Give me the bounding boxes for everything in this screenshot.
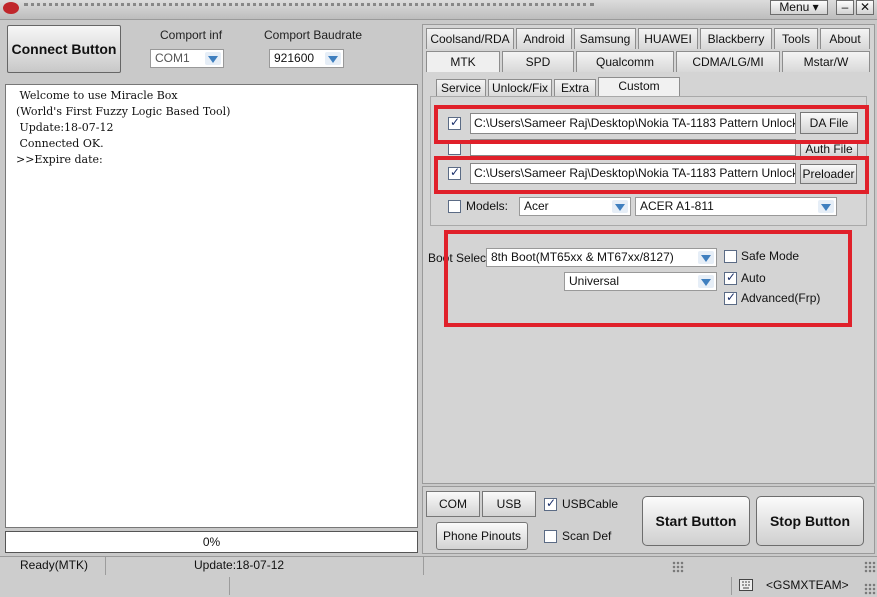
scan-def-checkbox[interactable]	[544, 530, 557, 543]
model-select[interactable]: ACER A1-811	[635, 197, 837, 216]
log-line: (World's First Fuzzy Logic Based Tool)	[16, 105, 231, 118]
tab-mtk[interactable]: MTK	[426, 51, 500, 72]
usb-cable-checkbox[interactable]	[544, 496, 557, 511]
subtab-service[interactable]: Service	[436, 79, 486, 97]
boot-value: 8th Boot(MT65xx & MT67xx/8127)	[491, 250, 674, 264]
usb-scan-button[interactable]: USB Scan	[482, 491, 536, 535]
tab-about[interactable]: About	[820, 28, 870, 49]
auto-label: Auto	[741, 271, 766, 285]
progress-bar: 0%	[5, 531, 418, 553]
status-cell-empty	[232, 577, 732, 595]
status-team: <GSMXTEAM>	[766, 578, 849, 592]
tab-tools[interactable]: Tools	[774, 28, 818, 49]
status-mode: Ready(MTK)	[0, 557, 106, 575]
resize-grip-icon	[672, 561, 684, 573]
log-line: Welcome to use Miracle Box	[16, 89, 178, 102]
tab-qualcomm[interactable]: Qualcomm	[576, 51, 674, 72]
tab-cdma-lg-mi[interactable]: CDMA/LG/MI	[676, 51, 780, 72]
advanced-frp-checkbox[interactable]	[724, 290, 737, 305]
resize-grip-icon	[864, 561, 876, 573]
close-button[interactable]: ✕	[856, 0, 874, 15]
preloader-path-field[interactable]: C:\Users\Sameer Raj\Desktop\Nokia TA-118…	[470, 163, 796, 184]
boot-select[interactable]: 8th Boot(MT65xx & MT67xx/8127)	[486, 248, 717, 267]
log-line: Connected OK.	[16, 137, 104, 150]
phone-pinouts-button[interactable]: Phone Pinouts	[436, 522, 528, 550]
status-update: Update:18-07-12	[108, 557, 424, 575]
tab-blackberry[interactable]: Blackberry	[700, 28, 772, 49]
dropdown-arrow-icon	[205, 52, 221, 65]
log-output[interactable]: Welcome to use Miracle Box (World's Firs…	[5, 84, 418, 528]
dropdown-arrow-icon	[698, 275, 714, 288]
dropdown-arrow-icon	[818, 200, 834, 213]
dropdown-arrow-icon	[612, 200, 628, 213]
tab-coolsand-rda[interactable]: Coolsand/RDA	[426, 28, 514, 49]
model-value: ACER A1-811	[640, 199, 714, 213]
models-label: Models:	[466, 199, 509, 213]
minimize-button[interactable]: –	[836, 0, 854, 15]
da-path-field[interactable]: C:\Users\Sameer Raj\Desktop\Nokia TA-118…	[470, 113, 796, 134]
models-checkbox[interactable]	[448, 200, 461, 213]
usb-cable-label: USBCable	[562, 497, 619, 511]
tab-huawei[interactable]: HUAWEI	[638, 28, 698, 49]
status-cell-empty	[0, 577, 230, 595]
tab-mstar-w[interactable]: Mstar/W	[782, 51, 870, 72]
brand-value: Acer	[524, 199, 549, 213]
mode-value: Universal	[569, 274, 620, 288]
safe-mode-label: Safe Mode	[741, 249, 800, 263]
advanced-frp-label: Advanced(Frp)	[741, 291, 821, 305]
auto-checkbox[interactable]	[724, 270, 737, 285]
baudrate-label: Comport Baudrate	[264, 28, 363, 42]
boot-select-label: Boot Select:	[428, 251, 493, 265]
auth-path-field[interactable]	[470, 139, 796, 156]
comport-value: COM1	[155, 51, 190, 65]
title-bar	[0, 0, 877, 20]
baudrate-value: 921600	[274, 51, 315, 65]
resize-grip-icon	[864, 583, 876, 595]
brand-select[interactable]: Acer	[519, 197, 631, 216]
start-button[interactable]: Start Button	[642, 496, 750, 546]
subtab-unlock-fix[interactable]: Unlock/Fix	[488, 79, 552, 97]
da-checkbox[interactable]	[448, 115, 461, 130]
baudrate-select[interactable]: 921600	[269, 49, 344, 68]
tab-samsung[interactable]: Samsung	[574, 28, 636, 49]
auth-checkbox[interactable]	[448, 142, 461, 155]
subtab-custom-setting[interactable]: Custom Setting	[598, 77, 680, 109]
status-bar: Ready(MTK) Update:18-07-12 <GSMXTEAM>	[0, 556, 877, 597]
da-file-button[interactable]: DA File	[800, 112, 858, 134]
preloader-checkbox[interactable]	[448, 165, 461, 180]
tab-android[interactable]: Android	[516, 28, 572, 49]
window-title	[24, 3, 594, 9]
app-logo-icon	[3, 2, 19, 14]
log-line: Update:18-07-12	[16, 121, 114, 134]
mode-select[interactable]: Universal	[564, 272, 717, 291]
connect-button[interactable]: Connect Button	[7, 25, 121, 73]
subtab-extra[interactable]: Extra	[554, 79, 596, 97]
dropdown-arrow-icon	[325, 52, 341, 65]
keyboard-icon	[739, 579, 753, 591]
preloader-button[interactable]: Preloader	[800, 164, 857, 184]
safe-mode-checkbox[interactable]	[724, 250, 737, 263]
scan-def-label: Scan Def	[562, 529, 612, 543]
dropdown-arrow-icon	[698, 251, 714, 264]
menu-button[interactable]: Menu ▾	[770, 0, 828, 15]
auth-file-button[interactable]: Auth File	[800, 140, 858, 157]
com-scan-button[interactable]: COM Scan	[426, 491, 480, 535]
tab-spd[interactable]: SPD	[502, 51, 574, 72]
comport-label: Comport inf	[160, 28, 223, 42]
log-line: >>Expire date:	[16, 153, 103, 166]
comport-select[interactable]: COM1	[150, 49, 224, 68]
stop-button[interactable]: Stop Button	[756, 496, 864, 546]
